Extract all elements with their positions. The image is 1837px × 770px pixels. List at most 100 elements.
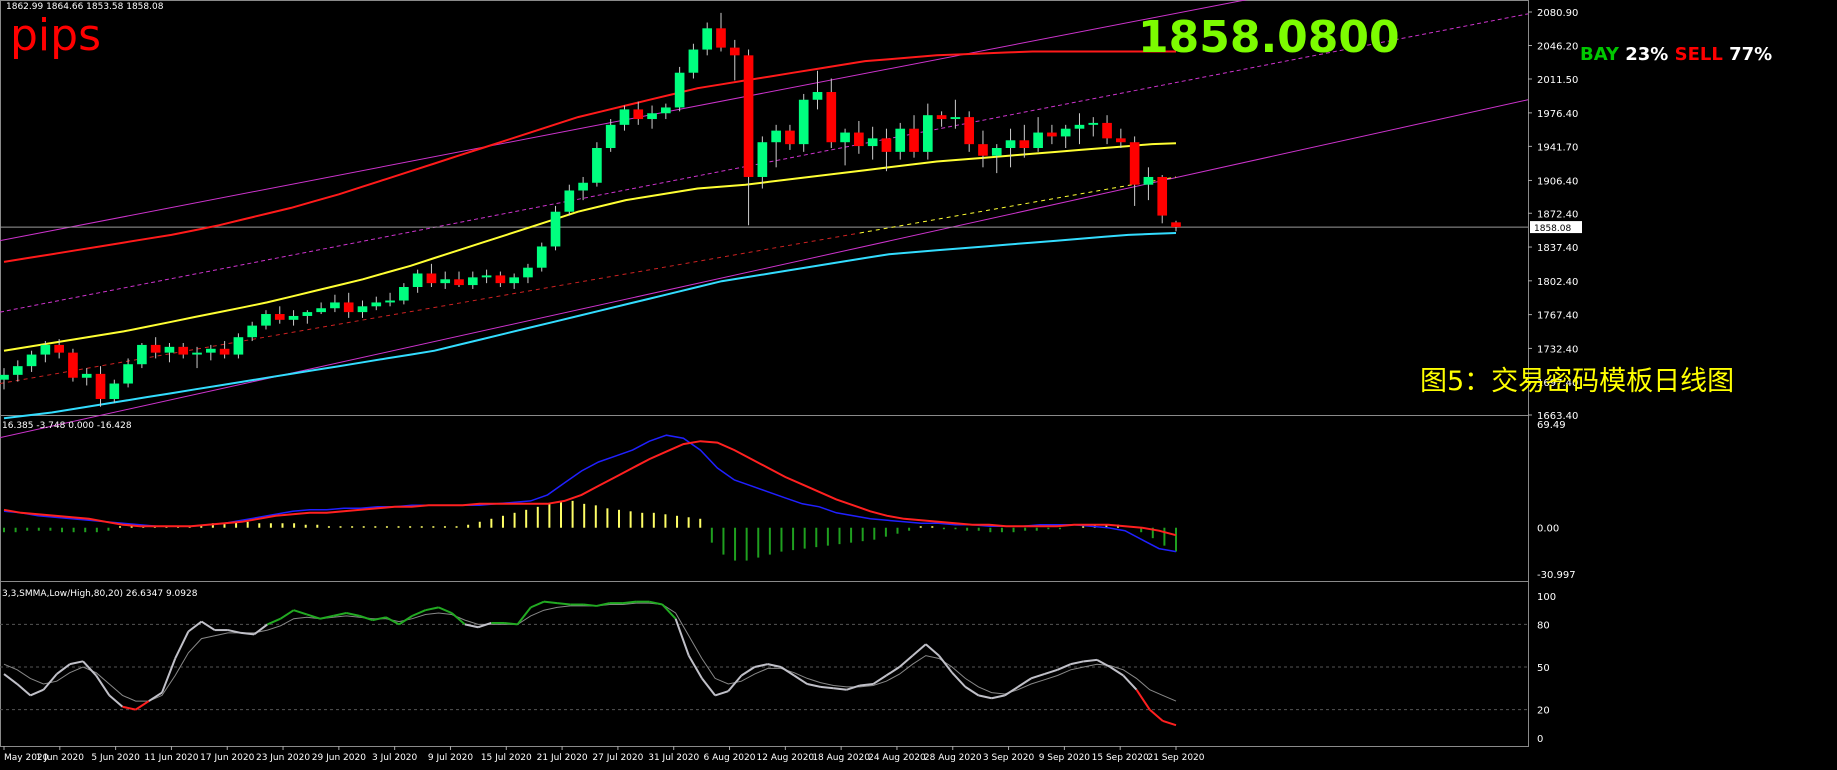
stoch-main-segment (372, 616, 387, 622)
x-tick-label: 17 Jun 2020 (200, 753, 254, 763)
macd-y-tick-label: 0.00 (1537, 524, 1559, 535)
candle-body (12, 366, 23, 375)
buy-percent: 23% (1625, 44, 1669, 65)
stoch-main-segment (425, 606, 439, 612)
stoch-main-segment (649, 600, 663, 606)
candle (1047, 124, 1057, 145)
candle (1088, 117, 1099, 137)
candle-body (785, 130, 795, 145)
candle-body (316, 308, 326, 313)
stoch-main-segment (740, 666, 756, 677)
candle-body (288, 315, 299, 320)
candle (1102, 115, 1112, 145)
candle (716, 12, 726, 52)
chart-frame (0, 0, 1529, 747)
stoch-main-segment (543, 600, 558, 605)
candle-body (964, 117, 975, 145)
candle (854, 120, 864, 154)
candle-body (840, 132, 850, 143)
macd-main-line (3, 440, 1177, 537)
stoch-main-segment (1135, 689, 1151, 711)
stoch-main-segment (872, 674, 887, 685)
candle (399, 283, 409, 305)
stoch-main-segment (174, 631, 190, 659)
stoch-main-segment (187, 620, 203, 633)
sell-label: SELL (1674, 44, 1723, 65)
stoch-main-segment (951, 672, 967, 688)
candle (1171, 220, 1181, 232)
stoch-main-segment (1070, 660, 1085, 666)
stoch-main-segment (82, 660, 97, 677)
candle-body (467, 277, 478, 286)
candle (385, 292, 395, 307)
stoch-main-segment (964, 686, 980, 697)
x-tick-label: 15 Sep 2020 (1092, 753, 1149, 763)
macd-info: 16.385 -3.748 0.000 -16.428 (2, 421, 132, 431)
candle-body (192, 352, 202, 355)
stoch-main-segment (1044, 668, 1058, 676)
stoch-main-segment (846, 684, 861, 691)
stoch-main-segment (1030, 673, 1045, 680)
candle (233, 333, 244, 359)
candle (729, 39, 740, 81)
sell-percent: 77% (1729, 44, 1773, 65)
y-tick-label: 1872.40 (1537, 209, 1578, 220)
candle (922, 103, 933, 160)
pips-label: pips (10, 10, 102, 61)
candle (1074, 113, 1085, 145)
candle (0, 368, 9, 390)
candle (1157, 175, 1168, 224)
candle-body (219, 348, 230, 355)
candle (936, 111, 947, 127)
candle-body (426, 273, 437, 284)
candle (523, 263, 533, 284)
candle (137, 342, 147, 369)
y-tick-label: 1906.40 (1537, 176, 1578, 187)
stoch-main-segment (266, 617, 281, 626)
stoch-main-segment (991, 694, 1006, 700)
x-tick-label: 3 Sep 2020 (983, 753, 1035, 763)
candle-body (261, 314, 271, 326)
candle-body (95, 373, 106, 399)
y-tick-label: 2046.20 (1537, 41, 1578, 52)
y-tick-label: 1837.40 (1537, 243, 1578, 254)
candle-body (578, 182, 588, 191)
candle (743, 49, 754, 226)
stoch-main-segment (200, 620, 216, 631)
y-tick-label: 2011.50 (1537, 75, 1578, 86)
candle (674, 66, 685, 112)
stoch-main-segment (978, 694, 992, 700)
figure-caption: 图5：交易密码模板日线图 (1420, 366, 1735, 397)
candle-body (164, 346, 175, 353)
candle-body (233, 337, 244, 355)
stoch-main-segment (108, 694, 124, 708)
candle-body (605, 124, 616, 149)
y-tick-label: 1976.40 (1537, 109, 1578, 120)
candle (785, 124, 795, 150)
candle (619, 105, 630, 131)
stoch-main-segment (504, 621, 518, 626)
candle-body (716, 28, 726, 48)
stoch-main-segment (911, 643, 927, 657)
candle-body (357, 306, 368, 313)
stoch-main-segment (161, 658, 177, 693)
candle-body (178, 346, 189, 355)
candle (578, 176, 588, 201)
candle (467, 271, 478, 289)
candle (357, 300, 368, 318)
stoch-main-segment (16, 683, 31, 697)
candle (881, 128, 892, 172)
x-tick-label: 12 Aug 2020 (757, 753, 815, 763)
candle-body (867, 138, 878, 147)
candle-body (481, 275, 492, 278)
stoch-main-segment (1017, 677, 1032, 688)
candle-body (592, 148, 602, 183)
candle-body (564, 190, 575, 212)
candle-body (688, 49, 699, 73)
stoch-main-segment (820, 685, 834, 690)
candle-body (0, 374, 9, 380)
candle-body (26, 354, 37, 367)
candle-body (150, 344, 161, 353)
candle-body (399, 287, 409, 301)
candle (1129, 136, 1140, 206)
